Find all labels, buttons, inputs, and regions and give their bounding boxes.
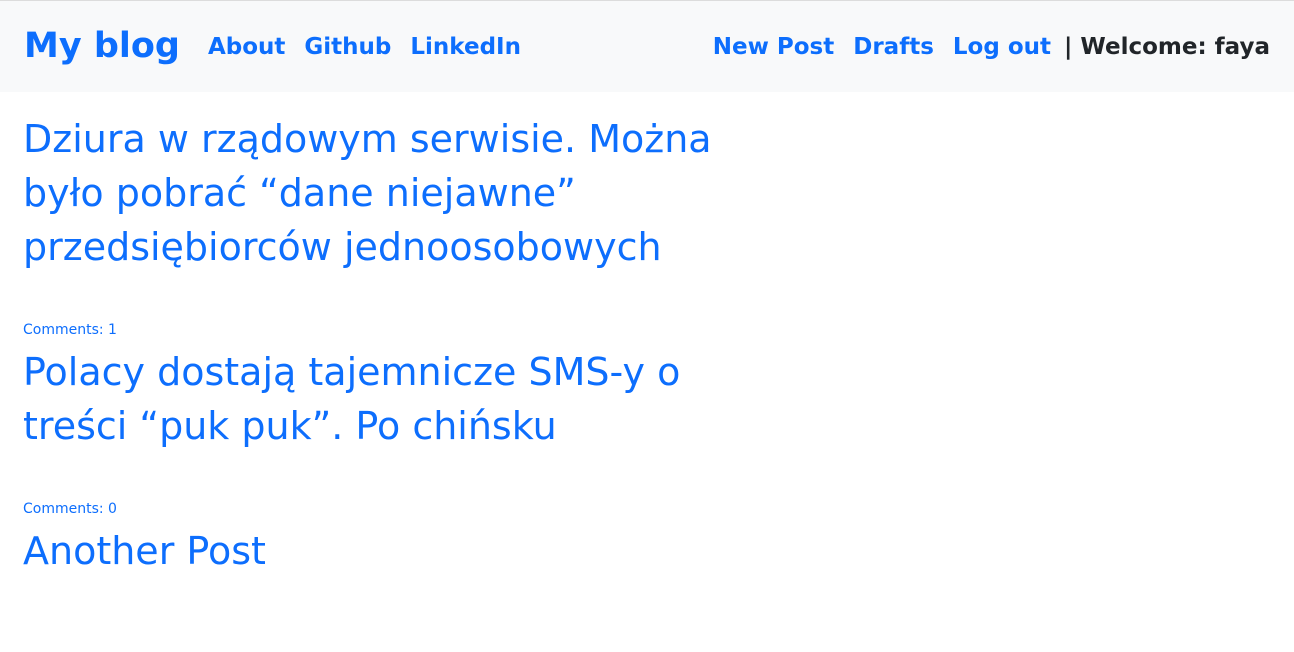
post-item: Another Post bbox=[23, 524, 777, 578]
nav-left-links: About Github LinkedIn bbox=[208, 34, 521, 60]
post-title-link[interactable]: Dziura w rządowym serwisie. Można było p… bbox=[23, 112, 793, 274]
post-list: Dziura w rządowym serwisie. Można było p… bbox=[0, 92, 800, 578]
brand-link[interactable]: My blog bbox=[24, 26, 180, 66]
nav-right-links: New Post Drafts Log out | Welcome: faya bbox=[713, 34, 1270, 60]
welcome-text: | Welcome: faya bbox=[1064, 33, 1270, 60]
post-comments-link[interactable]: Comments: 0 bbox=[23, 500, 777, 518]
nav-link-about[interactable]: About bbox=[208, 34, 285, 60]
new-post-link[interactable]: New Post bbox=[713, 34, 834, 60]
navbar: My blog About Github LinkedIn New Post D… bbox=[0, 1, 1294, 92]
post-item: Polacy dostają tajemnicze SMS-y o treści… bbox=[23, 345, 777, 518]
post-comments-link[interactable]: Comments: 1 bbox=[23, 321, 777, 339]
nav-link-github[interactable]: Github bbox=[304, 34, 391, 60]
nav-link-linkedin[interactable]: LinkedIn bbox=[410, 34, 521, 60]
post-item: Dziura w rządowym serwisie. Można było p… bbox=[23, 112, 777, 339]
post-title-link[interactable]: Another Post bbox=[23, 524, 793, 578]
log-out-link[interactable]: Log out bbox=[953, 34, 1051, 60]
post-title-link[interactable]: Polacy dostają tajemnicze SMS-y o treści… bbox=[23, 345, 793, 453]
drafts-link[interactable]: Drafts bbox=[853, 34, 934, 60]
